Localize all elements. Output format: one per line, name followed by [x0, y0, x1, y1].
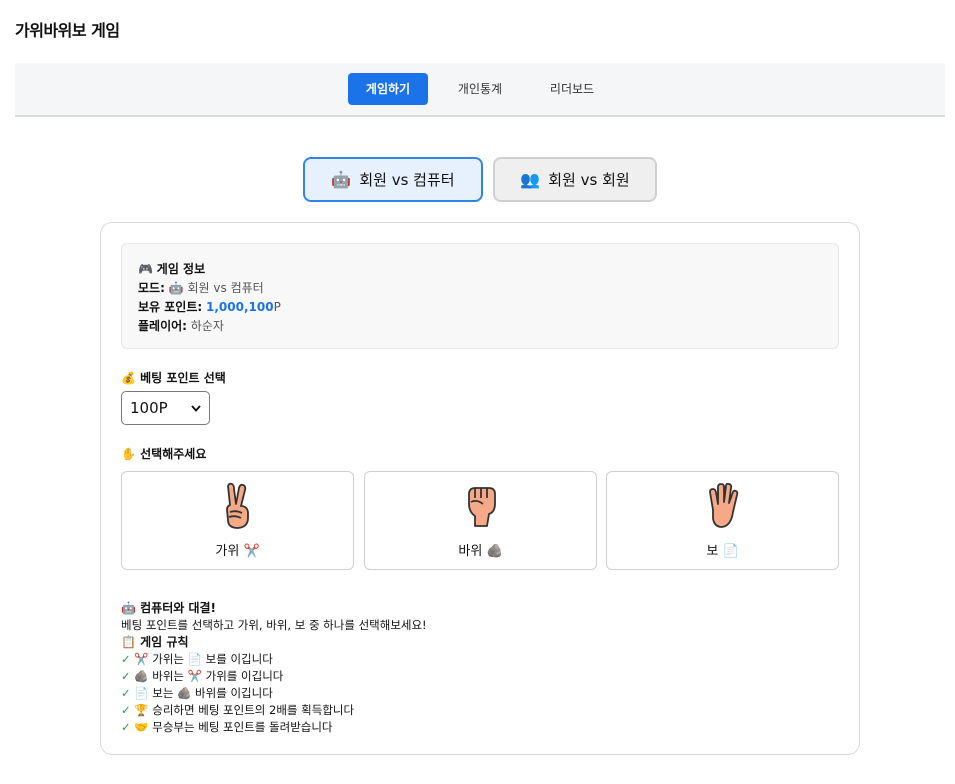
game-guide: 🤖 컴퓨터와 대결! 베팅 포인트를 선택하고 가위, 바위, 보 중 하나를 … [121, 600, 841, 736]
guide-title: 컴퓨터와 대결! [140, 601, 217, 615]
scissors-icon: ✂️ [243, 544, 260, 559]
mode-value: 회원 vs 컴퓨터 [187, 281, 264, 295]
rule-item: ✓ 📄 보는 🪨 바위를 이깁니다 [121, 686, 273, 700]
rules-title: 게임 규칙 [140, 635, 189, 649]
top-nav: 게임하기 개인통계 리더보드 [15, 63, 945, 117]
guide-description: 베팅 포인트를 선택하고 가위, 바위, 보 중 하나를 선택해보세요! [121, 618, 427, 632]
check-icon: ✓ [121, 703, 131, 717]
mode-vs-member-button[interactable]: 👥 회원 vs 회원 [493, 157, 657, 202]
choice-label: 보 📄 [706, 544, 739, 559]
check-icon: ✓ [121, 652, 131, 666]
mode-label: 회원 vs 컴퓨터 [359, 171, 455, 189]
mode-vs-computer-button[interactable]: 🤖 회원 vs 컴퓨터 [303, 157, 483, 202]
gamepad-icon: 🎮 [138, 262, 153, 276]
paper-hand-icon [708, 482, 738, 528]
player-value: 하순자 [190, 319, 224, 333]
info-heading: 게임 정보 [156, 262, 206, 276]
people-icon: 👥 [520, 170, 541, 189]
rule-item: ✓ ✂️ 가위는 📄 보를 이깁니다 [121, 652, 273, 666]
check-icon: ✓ [121, 720, 131, 734]
mode-label: 모드: [138, 281, 165, 295]
check-icon: ✓ [121, 669, 131, 683]
game-card: 🎮 게임 정보 모드: 🤖 회원 vs 컴퓨터 보유 포인트: 1,000,10… [100, 222, 860, 755]
bet-label: 💰 베팅 포인트 선택 [121, 371, 226, 385]
robot-icon: 🤖 [168, 281, 184, 295]
rule-item: ✓ 🪨 바위는 ✂️ 가위를 이깁니다 [121, 669, 284, 683]
tab-personal-stats[interactable]: 개인통계 [440, 73, 520, 105]
rule-item: ✓ 🤝 무승부는 베팅 포인트를 돌려받습니다 [121, 720, 333, 734]
player-label: 플레이어: [138, 319, 187, 333]
points-label: 보유 포인트: [138, 300, 203, 314]
clipboard-icon: 📋 [121, 635, 136, 649]
robot-icon: 🤖 [331, 170, 352, 189]
choice-label: 바위 🪨 [458, 544, 503, 559]
choice-paper-button[interactable]: 보 📄 [606, 471, 839, 570]
money-bag-icon: 💰 [121, 371, 136, 385]
app-title: 가위바위보 게임 [15, 21, 120, 40]
bet-point-select[interactable]: 100P [121, 391, 210, 425]
raised-hand-icon: ✋ [121, 447, 136, 461]
game-info-box: 🎮 게임 정보 모드: 🤖 회원 vs 컴퓨터 보유 포인트: 1,000,10… [121, 243, 839, 349]
choice-rock-button[interactable]: 바위 🪨 [364, 471, 597, 570]
check-icon: ✓ [121, 686, 131, 700]
points-unit: P [273, 300, 281, 314]
scissors-hand-icon [225, 482, 249, 529]
choice-prompt: ✋ 선택해주세요 [121, 447, 207, 461]
tab-leaderboard[interactable]: 리더보드 [532, 73, 612, 105]
choice-label: 가위 ✂️ [215, 544, 260, 559]
rock-hand-icon [467, 487, 496, 527]
robot-icon: 🤖 [121, 601, 136, 615]
page-icon: 📄 [722, 544, 739, 559]
chevron-down-icon [191, 404, 201, 412]
choice-scissors-button[interactable]: 가위 ✂️ [121, 471, 354, 570]
rule-item: ✓ 🏆 승리하면 베팅 포인트의 2배를 획득합니다 [121, 703, 355, 717]
bet-selected-value: 100P [130, 399, 168, 417]
rock-icon: 🪨 [486, 544, 503, 559]
points-value: 1,000,100 [206, 300, 274, 314]
mode-label: 회원 vs 회원 [548, 171, 630, 189]
tab-play[interactable]: 게임하기 [348, 73, 428, 105]
